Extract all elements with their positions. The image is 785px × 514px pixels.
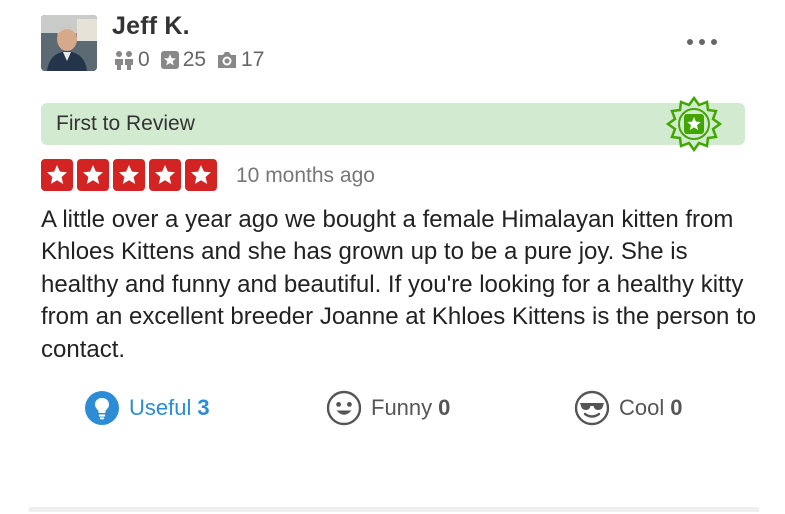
sunglasses-smiley-icon: [574, 390, 610, 426]
more-icon[interactable]: [684, 36, 720, 48]
reviews-stat: 25: [160, 48, 206, 72]
first-to-review-badge-icon: [665, 95, 723, 158]
photos-stat: 17: [216, 48, 264, 72]
review-text: A little over a year ago we bought a fem…: [41, 206, 757, 363]
more-dot: [711, 39, 717, 45]
first-to-review-banner: First to Review: [41, 95, 745, 153]
rating-star: [41, 159, 73, 191]
funny-count: 0: [438, 395, 451, 420]
rating-star: [113, 159, 145, 191]
reviews-count: 25: [182, 48, 207, 71]
more-dot: [687, 39, 693, 45]
friends-icon: [115, 51, 133, 70]
useful-label: Useful: [129, 395, 192, 420]
star-icon: [160, 51, 179, 69]
star-rating: [41, 159, 217, 191]
useful-button[interactable]: Useful 3: [84, 388, 210, 428]
funny-button[interactable]: Funny 0: [326, 388, 450, 428]
user-stats: 0 25 17: [113, 47, 274, 73]
funny-label: Funny: [371, 395, 433, 420]
lightbulb-icon: [85, 391, 119, 425]
avatar-photo: [41, 15, 97, 71]
avatar[interactable]: [41, 15, 97, 71]
review-actions: Useful 3 Funny 0 Cool 0: [84, 388, 704, 428]
camera-icon: [218, 52, 237, 68]
smiley-icon: [326, 390, 362, 426]
user-name[interactable]: Jeff K.: [112, 12, 190, 41]
section-divider: [29, 507, 759, 512]
cool-label: Cool: [619, 395, 665, 420]
useful-count: 3: [197, 395, 210, 420]
rating-star: [77, 159, 109, 191]
friends-count: 0: [138, 48, 150, 71]
rating-star: [149, 159, 181, 191]
friends-stat: 0: [113, 48, 150, 72]
rating-star: [185, 159, 217, 191]
photos-count: 17: [241, 48, 265, 71]
cool-count: 0: [670, 395, 683, 420]
banner-label: First to Review: [56, 112, 195, 135]
review-date: 10 months ago: [236, 164, 375, 187]
cool-button[interactable]: Cool 0: [574, 388, 683, 428]
more-dot: [699, 39, 705, 45]
